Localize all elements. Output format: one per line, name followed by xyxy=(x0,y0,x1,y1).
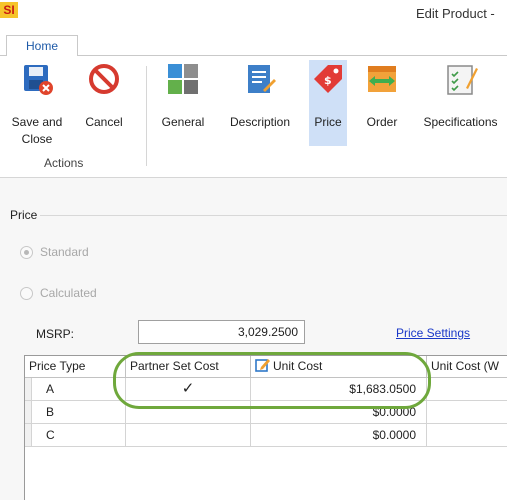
specifications-icon xyxy=(446,65,478,95)
column-header-unit-cost[interactable]: Unit Cost xyxy=(251,356,427,378)
cell-unit-cost[interactable]: $0.0000 xyxy=(251,401,427,424)
cancel-icon xyxy=(89,64,119,94)
ribbon: Save and Close Cancel General Descriptio… xyxy=(0,56,507,178)
price-label: Price xyxy=(314,115,342,129)
actions-group-label: Actions xyxy=(44,156,84,170)
row-selector[interactable] xyxy=(25,424,32,447)
order-label: Order xyxy=(366,115,398,129)
app-logo: SI xyxy=(0,2,18,18)
cell-price-type[interactable]: A xyxy=(32,378,126,401)
msrp-input[interactable]: 3,029.2500 xyxy=(138,320,305,344)
price-button[interactable]: $ Price xyxy=(309,60,347,146)
cell-price-type[interactable]: B xyxy=(32,401,126,424)
window-title: Edit Product - xyxy=(416,6,495,21)
cancel-label: Cancel xyxy=(85,115,123,129)
tab-home[interactable]: Home xyxy=(6,35,78,57)
cell-partner-set-cost[interactable] xyxy=(126,401,251,424)
msrp-label: MSRP: xyxy=(36,327,75,341)
price-panel: Price Standard Calculated MSRP: 3,029.25… xyxy=(0,178,507,500)
order-button[interactable]: Order xyxy=(356,60,408,146)
description-icon xyxy=(248,65,276,93)
general-icon xyxy=(168,64,198,94)
cell-unit-cost[interactable]: $1,683.0500 xyxy=(251,378,427,401)
price-tag-icon: $ xyxy=(314,65,342,93)
specifications-button[interactable]: Specifications xyxy=(414,60,507,146)
cancel-button[interactable]: Cancel xyxy=(80,60,128,146)
order-icon xyxy=(368,66,396,92)
price-grid: Price Type Partner Set Cost Unit Cost Un… xyxy=(24,355,507,500)
cell-partner-set-cost[interactable]: ✓ xyxy=(126,378,251,401)
cell-unit-cost-w[interactable] xyxy=(427,424,507,447)
cell-unit-cost[interactable]: $0.0000 xyxy=(251,424,427,447)
column-header-price-type[interactable]: Price Type xyxy=(25,356,126,378)
specifications-label: Specifications xyxy=(423,115,498,129)
radio-standard-label: Standard xyxy=(40,245,89,259)
general-label: General xyxy=(161,115,205,129)
radio-standard-indicator xyxy=(20,246,33,259)
general-button[interactable]: General xyxy=(154,60,212,146)
svg-text:$: $ xyxy=(324,74,332,87)
section-divider xyxy=(40,215,507,216)
ribbon-tab-row: Home xyxy=(0,30,507,57)
cell-unit-cost-w[interactable] xyxy=(427,378,507,401)
radio-calculated-indicator xyxy=(20,287,33,300)
radio-calculated-label: Calculated xyxy=(40,286,97,300)
cell-unit-cost-w[interactable] xyxy=(427,401,507,424)
price-settings-link[interactable]: Price Settings xyxy=(396,326,470,340)
price-section-title: Price xyxy=(10,208,38,222)
cell-price-type[interactable]: C xyxy=(32,424,126,447)
save-and-close-label: Save and Close xyxy=(11,115,63,146)
save-close-icon xyxy=(24,65,53,95)
title-bar: SI Edit Product - xyxy=(0,0,507,30)
cell-partner-set-cost[interactable] xyxy=(126,424,251,447)
column-header-unit-cost-w[interactable]: Unit Cost (W xyxy=(427,356,507,378)
column-header-partner-set-cost[interactable]: Partner Set Cost xyxy=(126,356,251,378)
description-label: Description xyxy=(229,115,291,129)
ribbon-separator xyxy=(146,66,147,166)
description-button[interactable]: Description xyxy=(220,60,300,146)
edit-pencil-icon xyxy=(255,359,270,372)
unit-cost-header-label: Unit Cost xyxy=(273,359,323,373)
row-selector[interactable] xyxy=(25,378,32,401)
save-and-close-button[interactable]: Save and Close xyxy=(0,60,74,146)
row-selector[interactable] xyxy=(25,401,32,424)
